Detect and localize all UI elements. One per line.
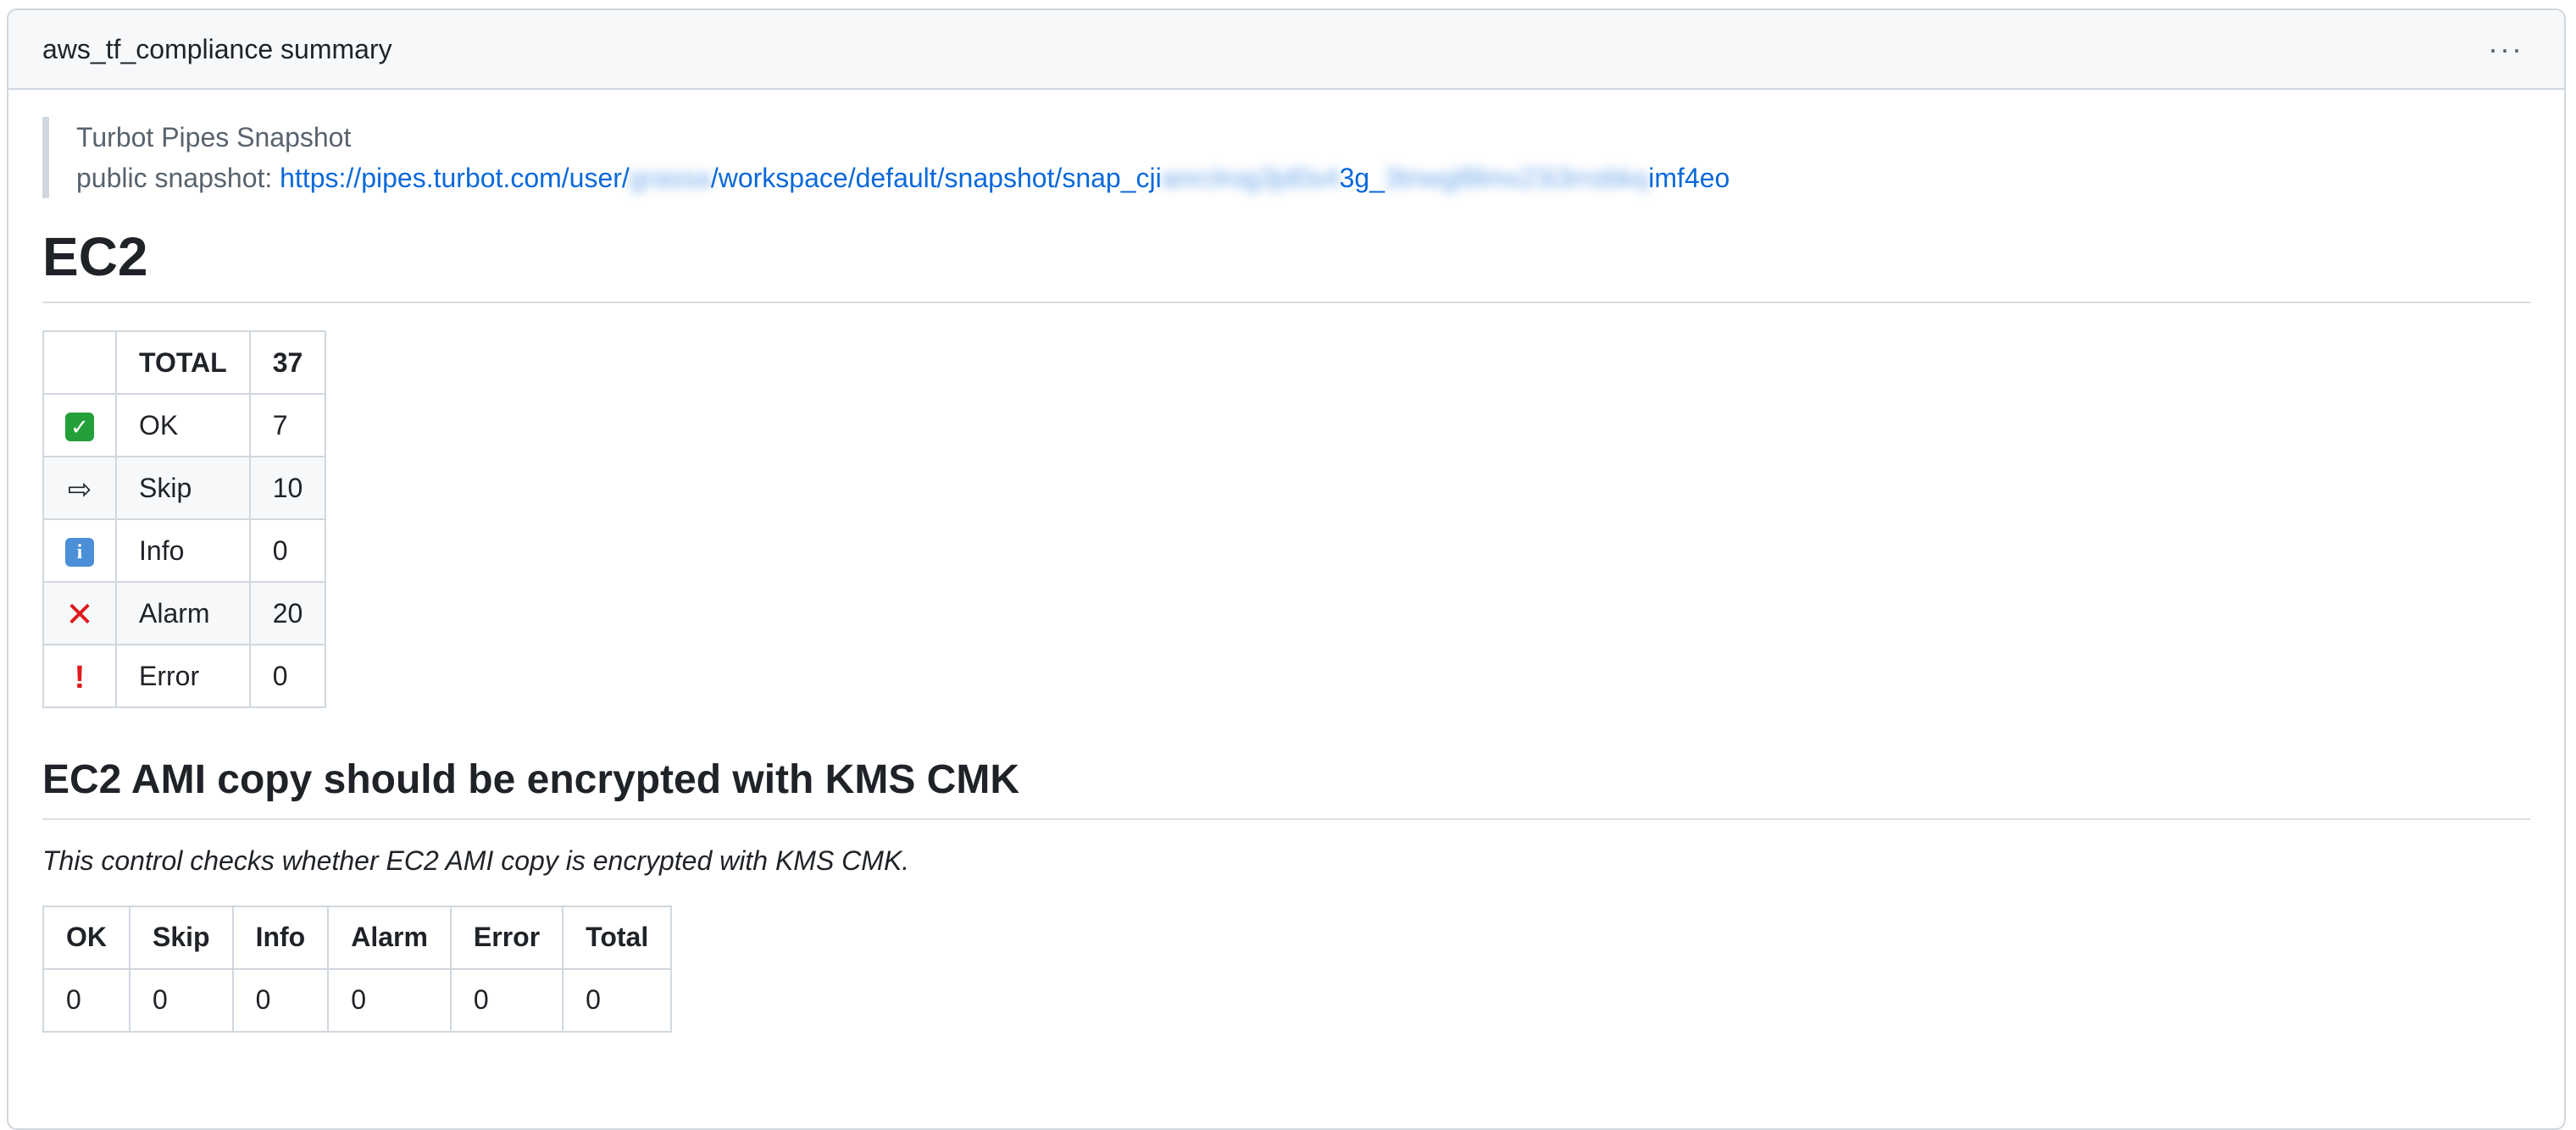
arrow-right-icon: ⇨ <box>67 474 92 507</box>
control-results-table: OK Skip Info Alarm Error Total 0 0 0 0 0… <box>42 905 673 1033</box>
control-title: EC2 AMI copy should be encrypted with KM… <box>42 756 2530 820</box>
summary-row-error: ! Error 0 <box>42 644 327 709</box>
exclamation-icon: ! <box>74 659 86 695</box>
card-title: aws_tf_compliance summary <box>42 33 392 64</box>
summary-row-alarm: ✕ Alarm 20 <box>42 581 327 646</box>
summary-header-icon-cell <box>42 330 117 396</box>
control-value-total: 0 <box>562 967 673 1033</box>
control-header-alarm: Alarm <box>327 905 452 970</box>
snapshot-heading: Turbot Pipes Snapshot <box>76 122 352 152</box>
control-description: This control checks whether EC2 AMI copy… <box>42 845 910 876</box>
summary-header-label: TOTAL <box>115 330 251 396</box>
snapshot-url-part3: 3g_ <box>1339 163 1385 193</box>
card-body: Turbot Pipes Snapshot public snapshot: h… <box>8 90 2564 1033</box>
summary-row-info: i Info 0 <box>42 518 327 584</box>
control-values-row: 0 0 0 0 0 0 <box>42 967 673 1033</box>
snapshot-url-part2: /workspace/default/snapshot/snap_cji <box>710 163 1162 193</box>
control-header-error: Error <box>449 905 564 970</box>
control-header-total: Total <box>562 905 673 970</box>
snapshot-link[interactable]: https://pipes.turbot.com/user/grassa/wor… <box>280 163 1729 193</box>
control-header-skip: Skip <box>129 905 234 970</box>
summary-header-value: 37 <box>248 330 327 396</box>
more-options-icon[interactable]: ··· <box>2481 30 2530 68</box>
summary-row-ok: ✓ OK 7 <box>42 393 327 458</box>
snapshot-url-redacted-2: anrclrog3jd0s4 <box>1161 163 1340 193</box>
control-header-ok: OK <box>42 905 130 970</box>
summary-row-value: 10 <box>248 456 327 521</box>
cross-icon: ✕ <box>65 596 94 634</box>
control-value-error: 0 <box>449 967 564 1033</box>
control-value-ok: 0 <box>42 967 130 1033</box>
control-header-info: Info <box>231 905 330 970</box>
control-value-alarm: 0 <box>327 967 452 1033</box>
card-header: aws_tf_compliance summary ··· <box>8 10 2564 90</box>
section-title: EC2 <box>42 227 2530 304</box>
snapshot-url-redacted-1: grassa <box>629 163 711 193</box>
snapshot-url-part1: https://pipes.turbot.com/user/ <box>280 163 630 193</box>
summary-row-label: Info <box>115 518 251 584</box>
check-icon: ✓ <box>65 413 94 442</box>
snapshot-label: public snapshot: <box>76 163 280 193</box>
summary-row-value: 20 <box>248 581 327 646</box>
summary-header-row: TOTAL 37 <box>42 330 327 396</box>
summary-row-label: Skip <box>115 456 251 521</box>
snapshot-quote: Turbot Pipes Snapshot public snapshot: h… <box>42 117 2530 198</box>
control-value-skip: 0 <box>129 967 234 1033</box>
summary-row-value: 0 <box>248 644 327 709</box>
snapshot-url-redacted-3: 3tnwgl8lmx23i3rrobkq <box>1385 163 1649 193</box>
summary-row-label: Error <box>115 644 251 709</box>
control-header-row: OK Skip Info Alarm Error Total <box>42 905 673 970</box>
summary-card: aws_tf_compliance summary ··· Turbot Pip… <box>7 8 2566 1130</box>
summary-row-label: Alarm <box>115 581 251 646</box>
summary-row-label: OK <box>115 393 251 458</box>
snapshot-line: public snapshot: https://pipes.turbot.co… <box>76 158 2530 198</box>
snapshot-url-part4: imf4eo <box>1648 163 1730 193</box>
control-value-info: 0 <box>231 967 330 1033</box>
summary-row-value: 0 <box>248 518 327 584</box>
summary-row-skip: ⇨ Skip 10 <box>42 456 327 521</box>
summary-table: TOTAL 37 ✓ OK 7 ⇨ Skip 10 i Info 0 ✕ Ala… <box>42 330 327 709</box>
summary-row-value: 7 <box>248 393 327 458</box>
info-icon: i <box>65 538 94 568</box>
